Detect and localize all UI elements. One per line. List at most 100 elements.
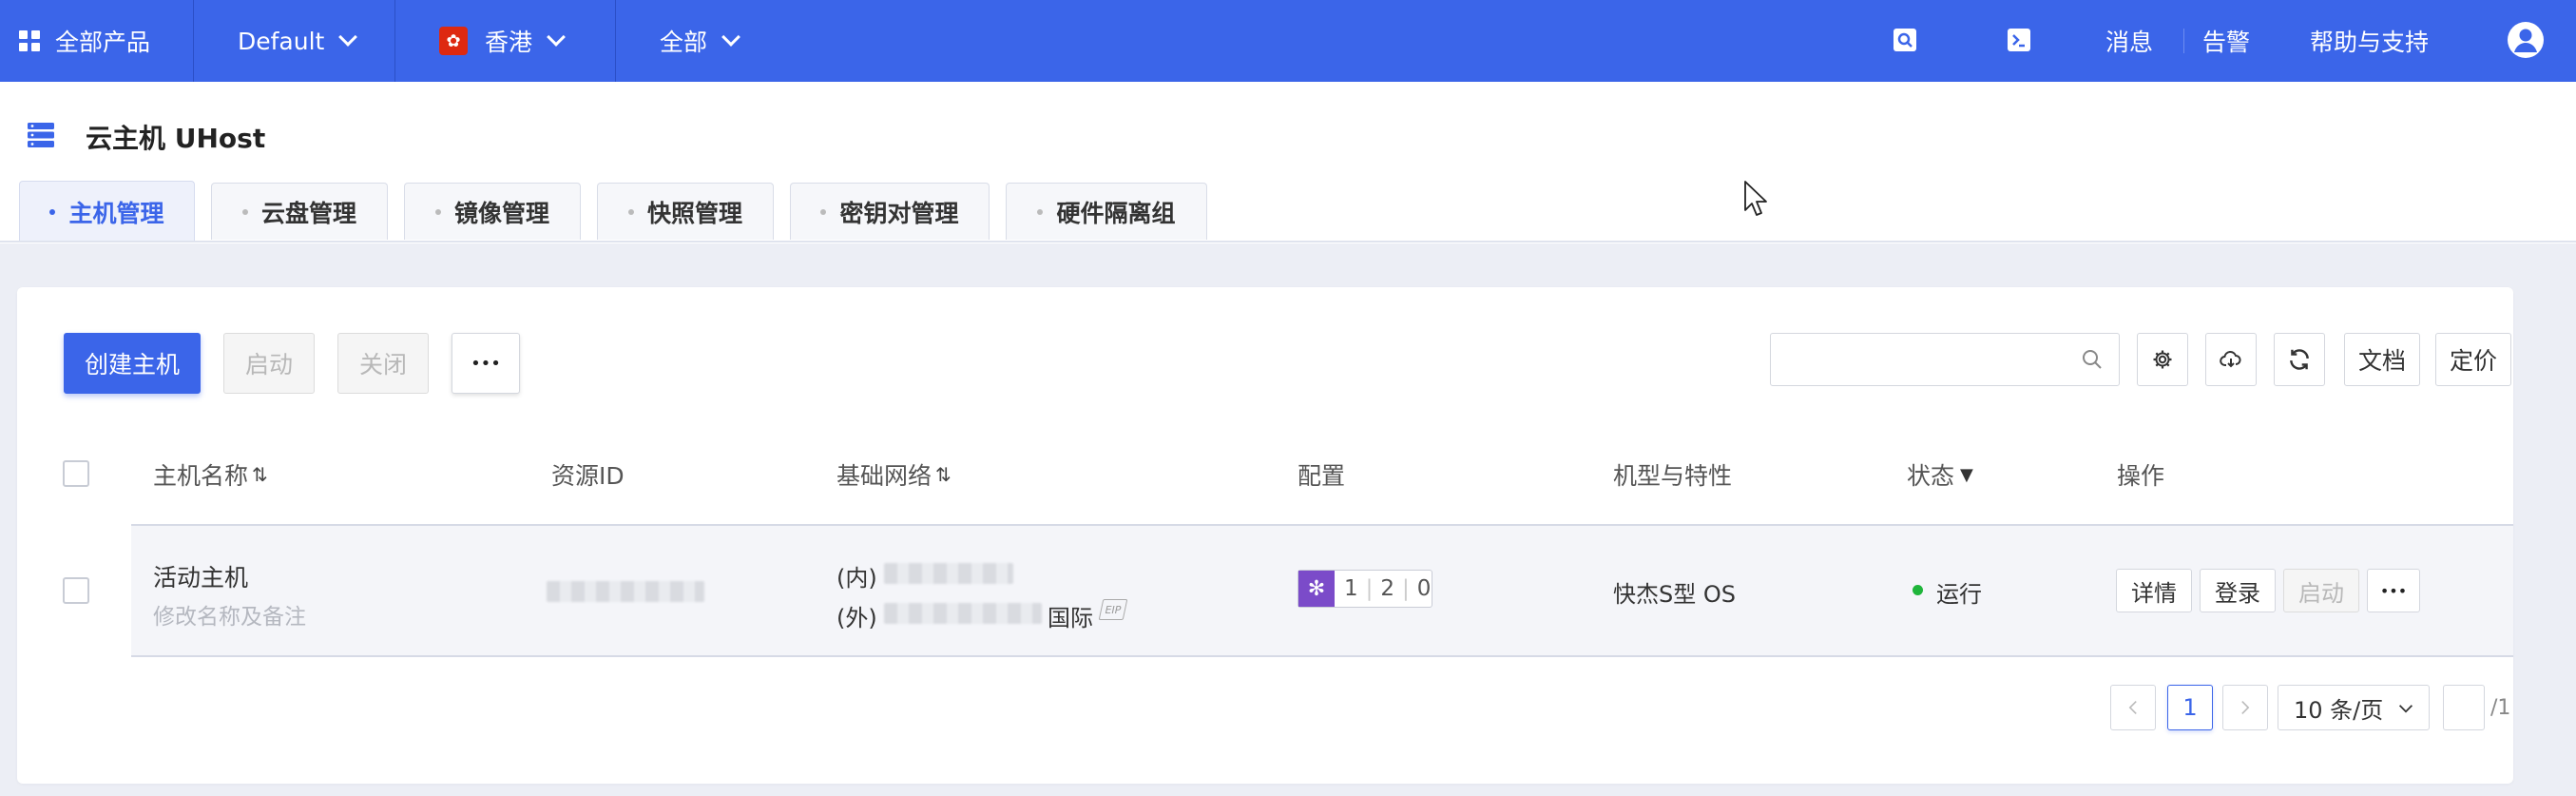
config-cpu: 1 bbox=[1344, 576, 1358, 601]
download-button[interactable] bbox=[2205, 333, 2257, 386]
network-type: 国际 bbox=[1048, 605, 1093, 631]
column-header-config: 配置 bbox=[1298, 462, 1346, 490]
messages-link[interactable]: 消息 bbox=[2105, 0, 2153, 82]
mouse-cursor-icon bbox=[1744, 181, 1767, 216]
tab-isolation-group[interactable]: 硬件隔离组 bbox=[1006, 183, 1207, 240]
tab-disk-management[interactable]: 云盘管理 bbox=[211, 183, 388, 240]
hong-kong-flag-icon: ✿ bbox=[439, 27, 468, 55]
detail-button[interactable]: 详情 bbox=[2116, 569, 2192, 612]
divider bbox=[193, 0, 194, 82]
stop-button[interactable]: 关闭 bbox=[337, 333, 429, 394]
divider bbox=[2183, 29, 2184, 53]
cpu-config-icon: ✻ bbox=[1298, 571, 1335, 607]
filter-icon[interactable]: ▼ bbox=[1960, 465, 1973, 485]
tab-dot bbox=[820, 208, 827, 215]
cloud-download-icon bbox=[2220, 350, 2241, 368]
tab-dot bbox=[241, 208, 248, 215]
chevron-down-icon bbox=[721, 28, 740, 47]
divider bbox=[615, 0, 616, 82]
zone-selector[interactable]: 全部 bbox=[660, 0, 774, 82]
tab-label: 云盘管理 bbox=[260, 199, 356, 227]
tab-host-management[interactable]: 主机管理 bbox=[19, 181, 195, 242]
refresh-icon bbox=[2290, 349, 2309, 370]
column-header-status[interactable]: 状态 ▼ bbox=[1907, 457, 1973, 492]
server-icon bbox=[28, 123, 54, 147]
column-header-machine-type: 机型与特性 bbox=[1613, 462, 1733, 490]
tab-keypair-management[interactable]: 密钥对管理 bbox=[790, 183, 990, 240]
alerts-link[interactable]: 告警 bbox=[2202, 0, 2250, 82]
project-label: Default bbox=[238, 27, 325, 55]
row-start-button[interactable]: 启动 bbox=[2283, 569, 2359, 612]
resource-id-redacted bbox=[547, 581, 704, 602]
page-title: 云主机 UHost bbox=[86, 123, 266, 154]
row-checkbox[interactable] bbox=[63, 577, 89, 604]
tab-label: 密钥对管理 bbox=[839, 199, 959, 227]
settings-icon bbox=[2153, 350, 2172, 369]
column-header-network[interactable]: 基础网络 ⇅ bbox=[836, 457, 952, 492]
all-products-menu[interactable]: 全部产品 bbox=[19, 0, 190, 82]
search-box[interactable] bbox=[1770, 333, 2120, 386]
top-navbar: 全部产品 Default ✿ 香港 全部 消息 告警 帮助与支持 bbox=[0, 0, 2576, 82]
page-size-select[interactable]: 10 条/页 bbox=[2278, 685, 2430, 730]
search-icon[interactable] bbox=[1892, 27, 1918, 53]
settings-button[interactable] bbox=[2137, 333, 2188, 386]
status-text: 运行 bbox=[1936, 581, 1982, 608]
external-ip-redacted bbox=[884, 603, 1042, 624]
page-jump-input[interactable] bbox=[2443, 685, 2485, 730]
internal-ip-redacted bbox=[884, 563, 1013, 584]
region-selector[interactable]: ✿ 香港 bbox=[439, 0, 610, 82]
chevron-left-icon bbox=[2128, 701, 2137, 714]
more-actions-button[interactable]: ••• bbox=[452, 333, 520, 394]
pricing-button[interactable]: 定价 bbox=[2435, 333, 2511, 386]
login-button[interactable]: 登录 bbox=[2200, 569, 2276, 612]
tab-snapshot-management[interactable]: 快照管理 bbox=[597, 183, 774, 240]
separator: | bbox=[1365, 576, 1374, 601]
column-status-label: 状态 bbox=[1907, 462, 1955, 490]
page-number-1[interactable]: 1 bbox=[2167, 685, 2213, 730]
search-input[interactable] bbox=[1782, 334, 2067, 383]
user-avatar-icon[interactable] bbox=[2507, 21, 2545, 59]
select-all-checkbox[interactable] bbox=[63, 460, 89, 487]
help-support-link[interactable]: 帮助与支持 bbox=[2310, 0, 2429, 82]
row-more-button[interactable]: ••• bbox=[2367, 569, 2420, 612]
tab-dot bbox=[627, 208, 634, 215]
prev-page-button[interactable] bbox=[2110, 685, 2156, 730]
project-selector[interactable]: Default bbox=[238, 0, 390, 82]
chevron-right-icon bbox=[2241, 701, 2250, 714]
config-spec: ✻ 1 | 2 | 0 bbox=[1298, 570, 1432, 608]
column-header-actions: 操作 bbox=[2117, 462, 2165, 490]
terminal-icon[interactable] bbox=[2006, 27, 2032, 53]
total-pages: /1 bbox=[2490, 696, 2511, 720]
search-icon[interactable] bbox=[2081, 348, 2104, 371]
all-products-label: 全部产品 bbox=[55, 29, 151, 56]
edit-name-remark-link[interactable]: 修改名称及备注 bbox=[153, 598, 306, 631]
grid-icon bbox=[19, 30, 40, 51]
chevron-down-icon bbox=[547, 28, 566, 47]
sort-icon[interactable]: ⇅ bbox=[935, 463, 952, 486]
tab-label: 主机管理 bbox=[68, 199, 164, 227]
config-memory: 2 bbox=[1380, 576, 1395, 601]
column-header-name[interactable]: 主机名称 ⇅ bbox=[153, 457, 268, 492]
tab-underline bbox=[0, 241, 2576, 243]
chevron-down-icon bbox=[338, 28, 358, 47]
divider bbox=[394, 0, 395, 82]
tab-dot bbox=[1037, 208, 1044, 215]
docs-button[interactable]: 文档 bbox=[2344, 333, 2420, 386]
tab-label: 快照管理 bbox=[646, 199, 742, 227]
tab-dot bbox=[49, 208, 56, 215]
page-size-label: 10 条/页 bbox=[2294, 696, 2384, 724]
start-button[interactable]: 启动 bbox=[223, 333, 315, 394]
create-host-button[interactable]: 创建主机 bbox=[64, 333, 201, 394]
sort-icon[interactable]: ⇅ bbox=[252, 463, 268, 486]
network-external-label: (外) bbox=[836, 605, 877, 631]
next-page-button[interactable] bbox=[2222, 685, 2268, 730]
column-name-label: 主机名称 bbox=[153, 462, 249, 490]
eip-badge-icon: EIP bbox=[1098, 599, 1128, 620]
region-label: 香港 bbox=[485, 29, 533, 56]
tab-image-management[interactable]: 镜像管理 bbox=[404, 183, 581, 240]
tab-dot bbox=[434, 208, 441, 215]
refresh-button[interactable] bbox=[2274, 333, 2325, 386]
host-name[interactable]: 活动主机 bbox=[153, 559, 248, 593]
tab-label: 硬件隔离组 bbox=[1056, 199, 1176, 227]
separator: | bbox=[1402, 576, 1410, 601]
